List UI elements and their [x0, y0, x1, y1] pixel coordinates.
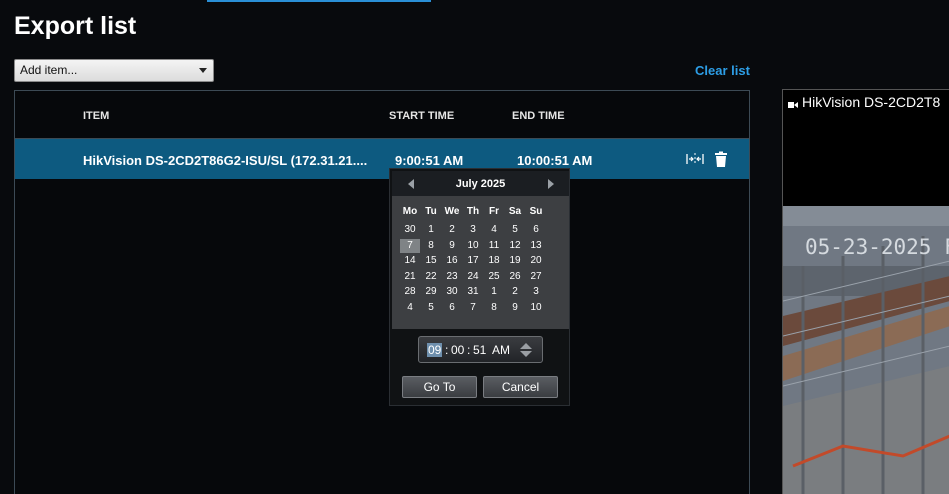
cancel-button[interactable]: Cancel — [483, 376, 558, 398]
calendar-day[interactable]: 26 — [505, 270, 525, 284]
camera-preview[interactable]: HikVision DS-2CD2T8 05-23-2025 Fr — [782, 89, 949, 494]
spinner-icon[interactable] — [519, 342, 533, 358]
second-field[interactable]: 51 — [473, 343, 486, 357]
calendar-day[interactable]: 8 — [421, 239, 441, 253]
calendar-day[interactable]: 27 — [526, 270, 546, 284]
chevron-down-icon — [199, 68, 207, 73]
minute-field[interactable]: 00 — [451, 343, 464, 357]
clear-list-link[interactable]: Clear list — [695, 63, 750, 78]
weekday-label: Fr — [489, 206, 499, 217]
calendar-month-label: July 2025 — [455, 178, 506, 190]
column-header-item: ITEM — [83, 110, 110, 122]
calendar-day[interactable]: 30 — [400, 223, 420, 237]
video-frame: 05-23-2025 Fr — [783, 206, 949, 494]
export-list-panel: ITEM START TIME END TIME HikVision DS-2C… — [14, 90, 750, 494]
calendar-day[interactable]: 3 — [526, 285, 546, 299]
calendar-grid: Mo Tu We Th Fr Sa Su 30 1 2 3 4 5 6 7 8 9 10 11 12 13 14 15 16… — [392, 196, 569, 329]
calendar-day[interactable]: 23 — [442, 270, 462, 284]
calendar-day[interactable]: 10 — [463, 239, 483, 253]
calendar-day[interactable]: 19 — [505, 254, 525, 268]
camera-title: HikVision DS-2CD2T8 — [802, 94, 941, 110]
calendar-day[interactable]: 4 — [484, 223, 504, 237]
calendar-day[interactable]: 9 — [442, 239, 462, 253]
calendar-day[interactable]: 5 — [505, 223, 525, 237]
time-input[interactable]: 09 : 00 : 51 AM — [418, 336, 543, 363]
time-separator: : — [445, 343, 449, 357]
trash-icon[interactable] — [713, 151, 731, 167]
calendar-day[interactable]: 7 — [400, 238, 420, 253]
calendar-day[interactable]: 14 — [400, 254, 420, 268]
calendar-day[interactable]: 18 — [484, 254, 504, 268]
calendar-day[interactable]: 12 — [505, 239, 525, 253]
calendar-day[interactable]: 1 — [421, 223, 441, 237]
calendar-day[interactable]: 8 — [484, 301, 504, 315]
add-item-label: Add item... — [20, 63, 78, 77]
ampm-field[interactable]: AM — [492, 343, 510, 357]
calendar-day[interactable]: 10 — [526, 301, 546, 315]
calendar-day[interactable]: 29 — [421, 285, 441, 299]
weekday-label: Tu — [425, 206, 437, 217]
calendar-day[interactable]: 15 — [421, 254, 441, 268]
row-item-name: HikVision DS-2CD2T86G2-ISU/SL (172.31.21… — [83, 153, 368, 168]
calendar-day[interactable]: 25 — [484, 270, 504, 284]
calendar-day[interactable]: 22 — [421, 270, 441, 284]
calendar-day[interactable]: 1 — [484, 285, 504, 299]
go-to-button[interactable]: Go To — [402, 376, 477, 398]
calendar-day[interactable]: 4 — [400, 301, 420, 315]
column-header-start-time: START TIME — [389, 110, 455, 122]
weekday-label: Sa — [508, 206, 522, 217]
calendar-day[interactable]: 11 — [484, 239, 504, 253]
calendar-day[interactable]: 5 — [421, 301, 441, 315]
hour-field[interactable]: 09 — [427, 343, 443, 357]
weekday-label: Th — [466, 206, 480, 217]
calendar-day[interactable]: 24 — [463, 270, 483, 284]
table-row[interactable]: HikVision DS-2CD2T86G2-ISU/SL (172.31.21… — [15, 139, 749, 179]
row-start-time[interactable]: 9:00:51 AM — [395, 153, 463, 168]
calendar-day[interactable]: 20 — [526, 254, 546, 268]
calendar-day[interactable]: 28 — [400, 285, 420, 299]
calendar-day[interactable]: 7 — [463, 301, 483, 315]
calendar-day[interactable]: 21 — [400, 270, 420, 284]
date-time-picker: July 2025 Mo Tu We Th Fr Sa Su 30 1 2 3 4 5 6 7 8 9 10 11… — [389, 168, 570, 406]
add-item-dropdown[interactable]: Add item... — [14, 59, 214, 82]
camera-icon — [788, 96, 798, 108]
column-header-end-time: END TIME — [512, 110, 565, 122]
weekday-label: Su — [529, 206, 543, 217]
calendar-day[interactable]: 2 — [442, 223, 462, 237]
list-header: ITEM START TIME END TIME — [15, 91, 749, 139]
page-title: Export list — [14, 12, 137, 40]
row-end-time[interactable]: 10:00:51 AM — [517, 153, 592, 168]
calendar-nav: July 2025 — [392, 171, 569, 196]
calendar-day[interactable]: 31 — [463, 285, 483, 299]
calendar-day[interactable]: 17 — [463, 254, 483, 268]
fit-range-icon[interactable] — [686, 151, 704, 167]
calendar-day[interactable]: 9 — [505, 301, 525, 315]
weekday-label: We — [444, 206, 460, 217]
weekday-label: Mo — [402, 206, 418, 217]
calendar-day[interactable]: 13 — [526, 239, 546, 253]
calendar-day[interactable]: 2 — [505, 285, 525, 299]
calendar-day[interactable]: 16 — [442, 254, 462, 268]
next-month-icon[interactable] — [548, 179, 554, 189]
calendar-day[interactable]: 6 — [526, 223, 546, 237]
time-separator: : — [467, 343, 471, 357]
calendar-day[interactable]: 30 — [442, 285, 462, 299]
osd-timestamp: 05-23-2025 Fr — [805, 235, 949, 259]
calendar-day[interactable]: 3 — [463, 223, 483, 237]
calendar-day[interactable]: 6 — [442, 301, 462, 315]
active-tab-indicator — [207, 0, 431, 2]
